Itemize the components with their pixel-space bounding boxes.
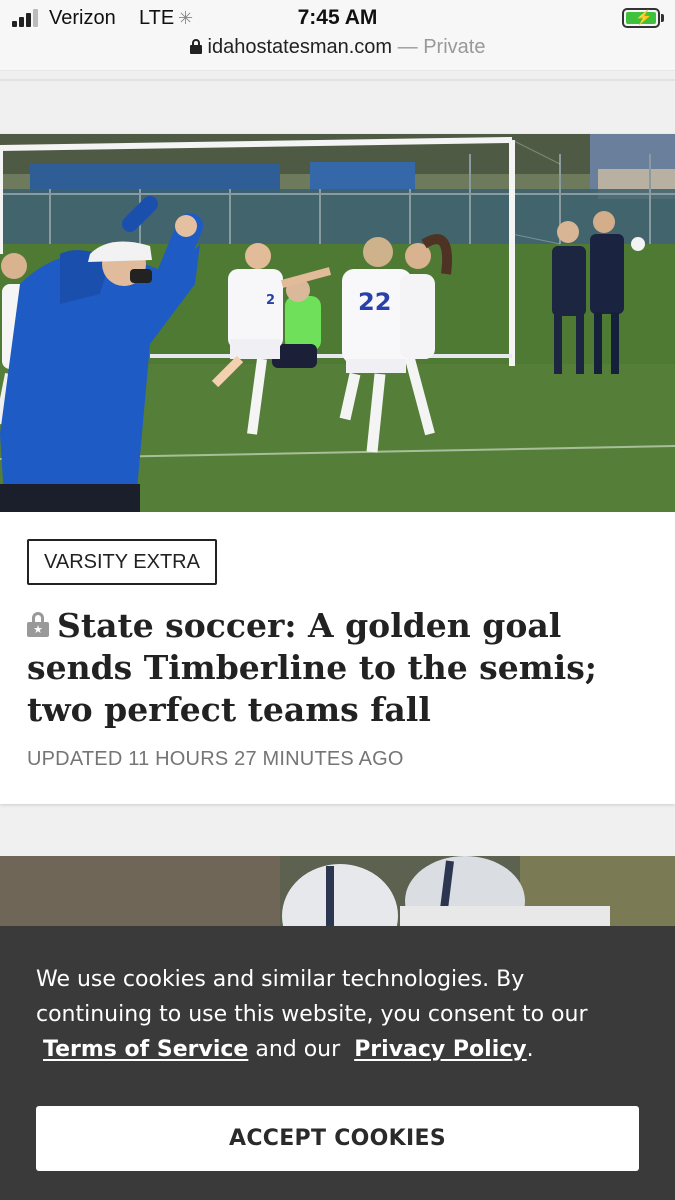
privacy-policy-link[interactable]: Privacy Policy (354, 1037, 526, 1062)
cookie-message: We use cookies and similar technologies.… (36, 962, 636, 1067)
section-badge[interactable]: VARSITY EXTRA (27, 539, 217, 585)
battery-cap (661, 14, 664, 22)
jersey-number-2: 2 (266, 293, 275, 308)
accept-cookies-button[interactable]: ACCEPT COOKIES (36, 1106, 639, 1171)
cookie-consent-banner: We use cookies and similar technologies.… (0, 926, 675, 1200)
story-photo[interactable]: 2 22 (0, 134, 675, 512)
status-clock: 7:45 AM (297, 6, 378, 29)
story-headline: State soccer: A golden goal sends Timber… (27, 606, 597, 729)
battery-icon: ⚡ (622, 8, 660, 28)
cookie-and-text: and our (255, 1037, 341, 1062)
jersey-number-22: 22 (358, 288, 391, 316)
premium-lock-icon (27, 612, 49, 638)
story-timestamp: UPDATED 11 HOURS 27 MINUTES AGO (27, 748, 404, 770)
lock-icon (189, 39, 202, 54)
private-mode-label: — Private (397, 36, 486, 58)
cookie-message-text: We use cookies and similar technologies.… (36, 967, 588, 1027)
url-domain: idahostatesman.com (207, 36, 393, 58)
header-divider (0, 79, 675, 81)
story-headline-link[interactable]: State soccer: A golden goal sends Timber… (27, 605, 642, 731)
terms-of-service-link[interactable]: Terms of Service (43, 1037, 248, 1062)
page-header-strip (0, 70, 675, 106)
address-bar[interactable]: idahostatesman.com — Private (0, 36, 675, 70)
story-card[interactable]: 2 22 VARSITY EXTRA ★State soccer: A gold… (0, 134, 675, 804)
status-bar: Verizon LTE ✳ 7:45 AM ⚡ (0, 0, 675, 36)
cookie-end-text: . (526, 1037, 534, 1062)
